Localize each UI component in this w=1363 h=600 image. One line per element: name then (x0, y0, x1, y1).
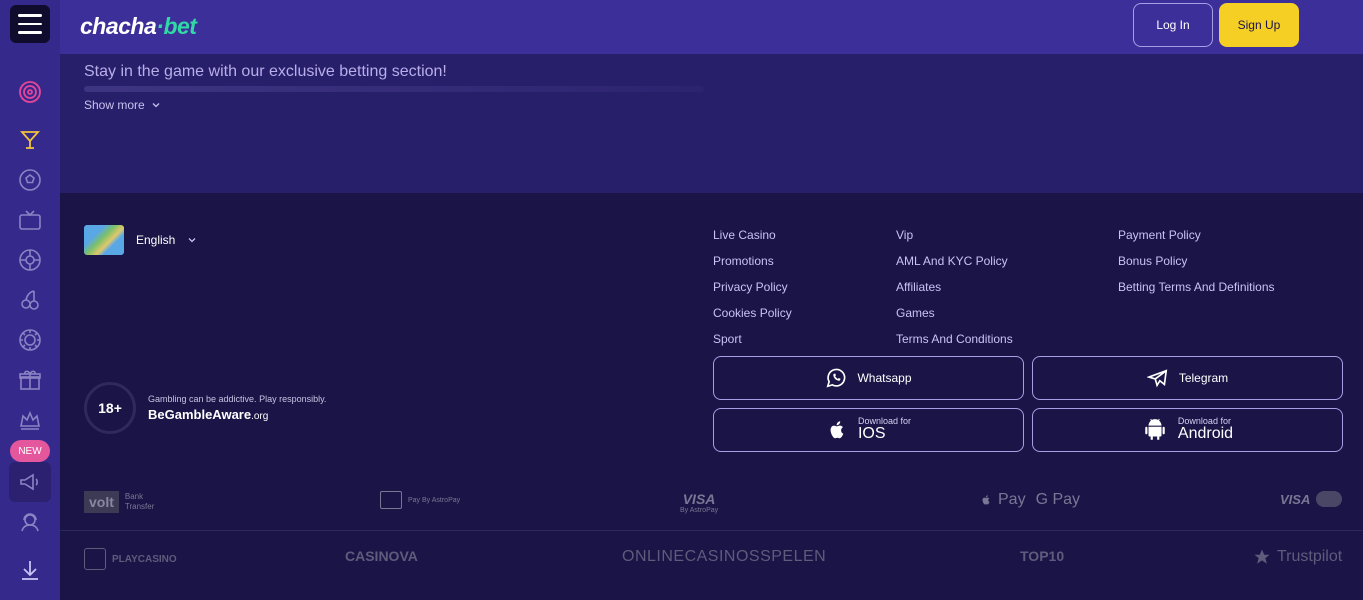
volt-logo: volt Bank Transfer (84, 491, 154, 513)
whatsapp-icon (827, 368, 846, 388)
sidebar: NEW (0, 0, 60, 600)
soccer-ball-icon[interactable] (16, 166, 44, 194)
crown-icon[interactable] (16, 406, 44, 434)
telegram-button[interactable]: Telegram (1032, 356, 1343, 400)
whatsapp-label: Whatsapp (857, 371, 912, 385)
telegram-label: Telegram (1178, 371, 1229, 385)
chevron-down-icon (152, 103, 160, 108)
apple-google-pay-logo: Pay G Pay (980, 491, 1080, 509)
payment-methods-row: volt Bank Transfer Pay By AstroPay VISA … (60, 483, 1363, 523)
link-aml-kyc-policy[interactable]: AML And KYC Policy (896, 253, 1013, 269)
link-terms-conditions[interactable]: Terms And Conditions (896, 331, 1013, 347)
footer: English Live Casino Promotions Privacy P… (60, 193, 1363, 600)
link-sport[interactable]: Sport (713, 331, 792, 347)
whatsapp-button[interactable]: Whatsapp (713, 356, 1024, 400)
download-icon[interactable] (16, 556, 44, 584)
astropay-logo: Pay By AstroPay (380, 491, 460, 509)
link-bonus-policy[interactable]: Bonus Policy (1118, 253, 1275, 269)
footer-divider (60, 530, 1363, 531)
signup-button[interactable]: Sign Up (1219, 3, 1299, 47)
begambleaware-logo[interactable]: BeGambleAware.org (148, 407, 326, 422)
footer-links-col1: Live Casino Promotions Privacy Policy Co… (713, 227, 792, 347)
target-icon[interactable] (16, 78, 44, 106)
language-label: English (136, 233, 176, 247)
download-android-button[interactable]: Download for Android (1032, 408, 1343, 452)
section-tagline: Stay in the game with our exclusive bett… (84, 63, 447, 80)
megaphone-icon[interactable] (16, 468, 44, 496)
gift-icon[interactable] (16, 366, 44, 394)
link-vip[interactable]: Vip (896, 227, 1013, 243)
visa-mastercard-logo: VISA By AstroPay (680, 491, 719, 514)
hamburger-menu-button[interactable] (10, 5, 50, 43)
visa-mastercard-logo-2: VISA (1280, 491, 1343, 507)
login-button[interactable]: Log In (1133, 3, 1213, 47)
link-betting-terms[interactable]: Betting Terms And Definitions (1118, 279, 1275, 295)
ios-download-big: IOS (857, 425, 886, 443)
link-promotions[interactable]: Promotions (713, 253, 792, 269)
faded-text-line (84, 86, 704, 92)
download-ios-button[interactable]: Download for IOS (713, 408, 1024, 452)
partners-row: PLAYCASINO CASINOVA ONLINECASINOSSPELEN … (60, 538, 1363, 588)
onlinecasinosspelen-logo[interactable]: ONLINECASINOSSPELEN (622, 548, 826, 566)
new-badge: NEW (10, 440, 50, 462)
link-games[interactable]: Games (896, 305, 1013, 321)
top-header: chacha·bet Log In Sign Up (60, 0, 1363, 54)
link-affiliates[interactable]: Affiliates (896, 279, 1013, 295)
show-more-button[interactable]: Show more (84, 98, 161, 112)
link-privacy-policy[interactable]: Privacy Policy (713, 279, 792, 295)
seo-text-section: Stay in the game with our exclusive bett… (60, 54, 1363, 193)
live-tv-icon[interactable] (16, 206, 44, 234)
age-18-badge: 18+ (84, 382, 136, 434)
site-logo[interactable]: chacha·bet (80, 13, 197, 40)
cherries-icon[interactable] (16, 286, 44, 314)
star-icon (1254, 549, 1270, 564)
casinova-logo[interactable]: CASINOVA (345, 548, 418, 564)
android-icon (1145, 418, 1165, 440)
globe-flag-icon (84, 225, 124, 255)
roulette-icon[interactable] (16, 246, 44, 274)
poker-chip-icon[interactable] (16, 326, 44, 354)
telegram-icon (1146, 369, 1168, 388)
playcasino-logo[interactable]: PLAYCASINO (84, 548, 177, 570)
language-selector[interactable]: English (84, 225, 197, 255)
apple-pay-icon (982, 495, 990, 505)
chevron-down-icon (188, 238, 196, 243)
responsible-gambling: 18+ Gambling can be addictive. Play resp… (84, 382, 326, 434)
footer-links-col2: Vip AML And KYC Policy Affiliates Games … (896, 227, 1013, 347)
cocktail-icon[interactable] (16, 126, 44, 154)
trustpilot-logo[interactable]: Trustpilot (1253, 548, 1342, 566)
support-agent-icon[interactable] (16, 508, 44, 536)
show-more-label: Show more (84, 98, 145, 112)
link-payment-policy[interactable]: Payment Policy (1118, 227, 1275, 243)
android-download-big: Android (1177, 425, 1234, 443)
link-live-casino[interactable]: Live Casino (713, 227, 792, 243)
link-cookies-policy[interactable]: Cookies Policy (713, 305, 792, 321)
footer-links-col3: Payment Policy Bonus Policy Betting Term… (1118, 227, 1275, 295)
gambling-warning: Gambling can be addictive. Play responsi… (148, 394, 327, 404)
top10-logo[interactable]: TOP10 (1020, 548, 1064, 564)
apple-icon (830, 421, 844, 439)
